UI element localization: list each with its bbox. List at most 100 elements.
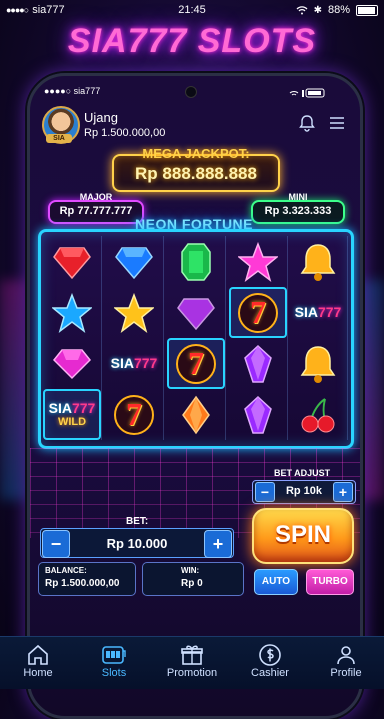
reel-5: SIA777 [289, 236, 348, 440]
phone-status-icons [289, 88, 325, 98]
symbol-seven: 7 [167, 338, 225, 389]
bet-label: BET: [126, 516, 149, 527]
star-gold-icon [114, 292, 154, 333]
emerald-icon [181, 242, 211, 281]
nav-label: Home [23, 667, 53, 679]
mega-jackpot-value: Rp 888.888.888 [135, 164, 257, 183]
num-text: 777 [71, 400, 96, 416]
phone-frame: ●●●●○ sia777 SIA Ujang Rp 1.500.000,00 M… [27, 73, 363, 719]
symbol-emerald [167, 236, 225, 287]
bet-adjust-label: BET ADJUST [274, 468, 331, 478]
reel-1: SIA777 WILD [43, 236, 102, 440]
symbol-gem-pink [43, 338, 101, 389]
num-text: 777 [133, 354, 158, 371]
battery-icon [356, 4, 378, 16]
gem-pink-icon [52, 348, 92, 379]
diamond-purple-icon [177, 297, 215, 330]
symbol-diamond-orange [167, 389, 225, 440]
nav-home[interactable]: Home [0, 643, 76, 679]
symbol-bell [289, 236, 347, 287]
win-label: WIN: [181, 566, 200, 575]
ruby-icon [53, 246, 91, 279]
user-icon [337, 646, 355, 665]
symbol-cherry [289, 389, 347, 440]
username: Ujang [84, 110, 118, 125]
bell-icon [300, 243, 336, 281]
diamond-blue-icon [115, 246, 153, 279]
profile-header: SIA Ujang Rp 1.500.000,00 [40, 106, 350, 146]
page-title: SIA777 SLOTS [67, 22, 317, 60]
bell-icon[interactable] [298, 114, 316, 132]
bet-control: − Rp 10.000 + [40, 528, 234, 558]
symbol-gem-purple [229, 338, 287, 389]
major-value: Rp 77.777.777 [59, 205, 133, 217]
major-label: MAJOR [79, 192, 113, 202]
gift-icon [181, 645, 203, 665]
balance-value: Rp 1.500.000,00 [45, 578, 120, 589]
symbol-seven: 7 [105, 389, 163, 440]
spin-label: SPIN [274, 521, 331, 548]
bet-minus-button[interactable]: − [42, 530, 70, 558]
seven-text: 7 [188, 344, 204, 381]
seven-text: 7 [126, 395, 142, 432]
dollar-icon [259, 644, 281, 666]
balance-label: BALANCE: [45, 566, 87, 575]
spin-button[interactable]: SPIN [252, 508, 354, 564]
auto-button[interactable]: AUTO [254, 569, 298, 595]
symbol-diamond-blue [105, 236, 163, 287]
wild-text: WILD [57, 416, 87, 428]
bottom-nav: Home Slots Promotion Cashier Profile [0, 636, 384, 689]
star-blue-icon [52, 292, 92, 333]
symbol-diamond-purple [167, 287, 225, 338]
win-value: Rp 0 [181, 578, 203, 589]
hamburger-menu-icon[interactable] [328, 114, 346, 132]
phone-carrier: ●●●●○ sia777 [44, 86, 101, 96]
bet-adjust-minus-button[interactable]: − [255, 482, 275, 502]
reel-4: 7 [229, 236, 288, 440]
nav-profile[interactable]: Profile [308, 643, 384, 679]
mega-jackpot-label: MEGA JACKPOT: [142, 146, 250, 161]
cherry-icon [301, 397, 335, 432]
reel-2: SIA777 7 [105, 236, 164, 440]
symbol-sia777: SIA777 [105, 338, 163, 389]
wifi-icon [296, 6, 308, 15]
nav-slots[interactable]: Slots [76, 643, 152, 679]
vip-badge: SIA [46, 134, 72, 143]
nav-label: Slots [101, 667, 127, 679]
camera-notch [185, 86, 197, 98]
bet-value: Rp 10.000 [106, 536, 168, 551]
symbol-star-blue [43, 287, 101, 338]
symbol-ruby [43, 236, 101, 287]
sia-text: SIA [294, 303, 318, 320]
slot-machine-icon [102, 646, 126, 664]
bluetooth-icon: ✱ [313, 4, 322, 16]
bell-icon [300, 345, 336, 383]
symbol-bell [289, 338, 347, 389]
user-balance: Rp 1.500.000,00 [84, 127, 166, 139]
bet-adjust-plus-button[interactable]: + [333, 482, 353, 502]
battery-percent: 88% [327, 4, 350, 16]
sia-text: SIA [110, 354, 134, 371]
bet-adjust-control: − Rp 10k + [252, 480, 356, 504]
num-text: 777 [317, 303, 342, 320]
mini-label: MINI [288, 192, 308, 202]
neon-glow-left [0, 280, 28, 500]
turbo-button[interactable]: TURBO [306, 569, 354, 595]
symbol-sia777: SIA777 [289, 287, 347, 338]
nav-cashier[interactable]: Cashier [232, 643, 308, 679]
nav-promotion[interactable]: Promotion [154, 643, 230, 679]
diamond-orange-icon [182, 395, 210, 434]
nav-label: Profile [330, 667, 362, 679]
win-box: WIN: Rp 0 [142, 562, 244, 596]
seven-text: 7 [250, 293, 266, 330]
star-pink-icon [238, 241, 278, 282]
bet-plus-button[interactable]: + [204, 530, 232, 558]
bet-adjust-value: Rp 10k [285, 485, 323, 497]
symbol-seven: 7 [229, 287, 287, 338]
gem-purple-icon [244, 395, 272, 434]
home-icon [28, 644, 48, 665]
sia-text: SIA [48, 400, 72, 416]
symbol-gem-purple [229, 389, 287, 440]
symbol-star-gold [105, 287, 163, 338]
reel-grid: SIA777 WILD SIA777 7 7 7 SIA777 [38, 229, 354, 449]
